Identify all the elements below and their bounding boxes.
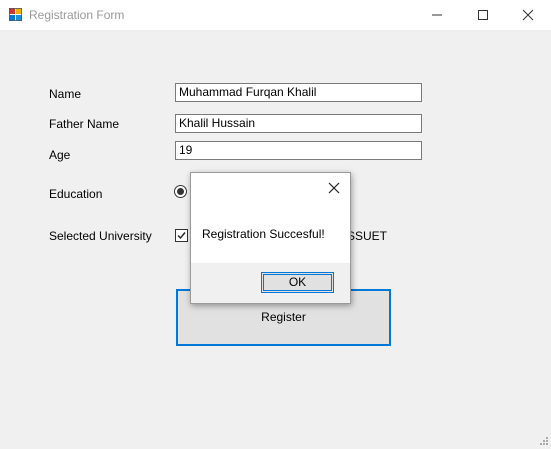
university-checkbox[interactable] bbox=[175, 229, 188, 242]
close-icon bbox=[522, 9, 534, 21]
education-radio[interactable] bbox=[174, 185, 187, 198]
window-title: Registration Form bbox=[29, 8, 125, 22]
university-option-label: SSUET bbox=[347, 229, 388, 243]
name-label: Name bbox=[49, 87, 82, 101]
title-bar: Registration Form bbox=[0, 0, 551, 30]
age-label: Age bbox=[49, 148, 71, 162]
selected-university-label: Selected University bbox=[49, 229, 152, 243]
maximize-icon bbox=[478, 10, 488, 20]
minimize-button[interactable] bbox=[414, 0, 460, 30]
age-input[interactable] bbox=[175, 141, 422, 160]
close-button[interactable] bbox=[505, 0, 551, 30]
app-icon bbox=[9, 8, 23, 22]
resize-grip-icon[interactable] bbox=[537, 434, 549, 446]
dialog-close-icon bbox=[328, 182, 340, 194]
message-dialog: Registration Succesful! OK bbox=[190, 172, 351, 304]
minimize-icon bbox=[432, 14, 442, 16]
father-name-input[interactable] bbox=[175, 114, 422, 133]
name-input[interactable] bbox=[175, 83, 422, 102]
checkmark-icon bbox=[177, 232, 186, 240]
education-label: Education bbox=[49, 187, 103, 201]
dialog-close-button[interactable] bbox=[327, 181, 341, 195]
ok-button[interactable]: OK bbox=[261, 272, 334, 293]
maximize-button[interactable] bbox=[460, 0, 506, 30]
dialog-footer: OK bbox=[191, 263, 350, 303]
dialog-message: Registration Succesful! bbox=[202, 227, 325, 241]
father-name-label: Father Name bbox=[49, 117, 120, 131]
